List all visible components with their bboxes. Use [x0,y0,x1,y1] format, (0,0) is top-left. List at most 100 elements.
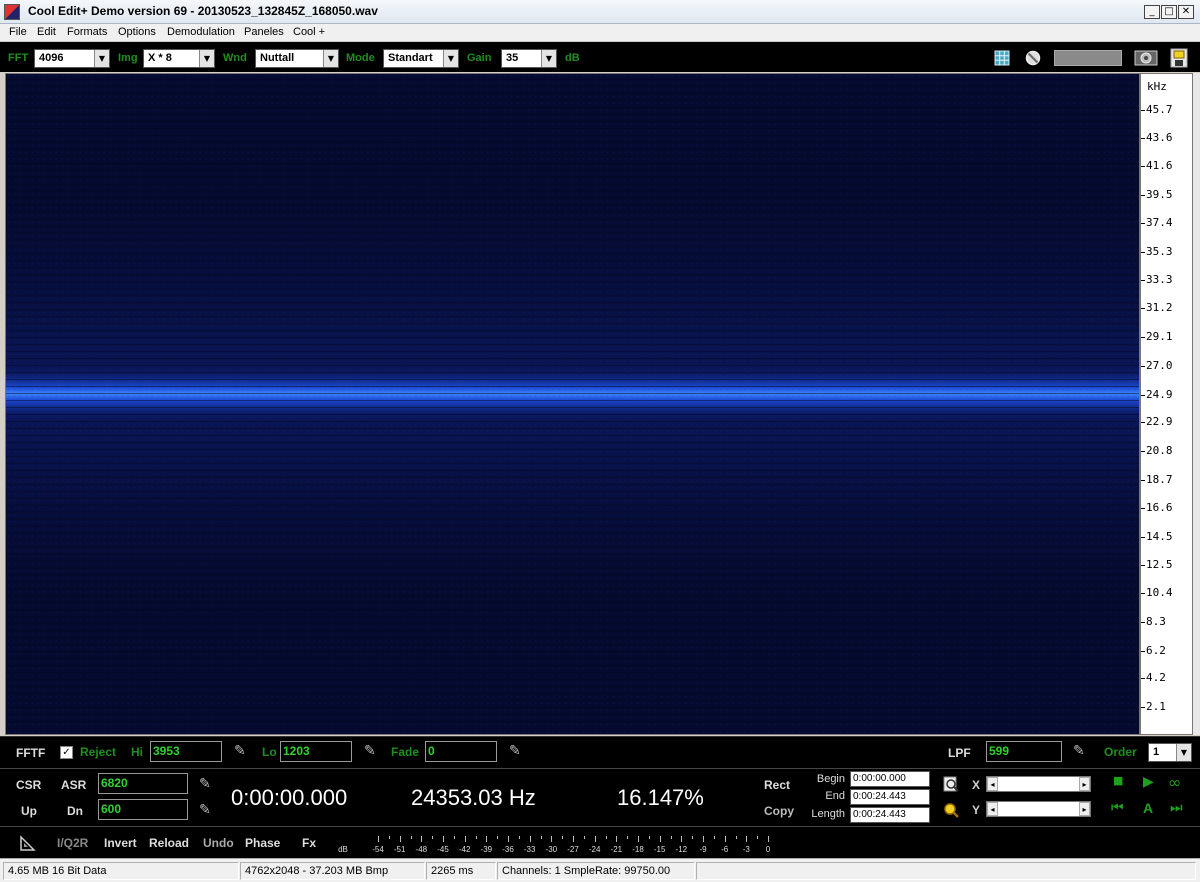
order-value: 1 [1153,746,1160,758]
meter-tick-label: -24 [588,845,601,854]
rect-button[interactable]: Rect [764,778,790,792]
plug-icon[interactable]: ✎ [199,802,211,818]
menu-edit[interactable]: Edit [37,26,56,38]
meter-tick-label: -15 [653,845,666,854]
menu-demodulation[interactable]: Demodulation [167,26,235,38]
menu-options[interactable]: Options [118,26,156,38]
asr-field[interactable]: 6820 [98,773,188,794]
fade-field[interactable]: 0 [425,741,497,762]
ruler-triangle-icon[interactable] [19,834,37,852]
filter-bar: FFTF ✓ Reject Hi 3953 ✎ Lo 1203 ✎ Fade 0… [0,736,1200,768]
lo-label: Lo [262,745,277,759]
meter-minor-tick [540,836,542,839]
meter-tick [703,836,704,842]
img-select[interactable]: X * 8 ▼ [143,49,215,68]
loop-button[interactable]: ∞ [1168,773,1181,792]
axis-tick-text: 33.3 [1146,272,1173,286]
speaker-icon[interactable] [1134,50,1158,66]
play-button[interactable]: ▶ [1143,774,1154,790]
meter-minor-tick [605,836,607,839]
meter-tick-label: -6 [721,845,729,854]
end-field[interactable]: 0:00:24.443 [850,789,930,805]
slider-right-arrow[interactable]: ▸ [1079,777,1090,791]
status-empty [696,862,1196,880]
no-sign-icon[interactable] [1025,50,1041,66]
status-channels: Channels: 1 SmpleRate: 99750.00 [497,862,695,880]
up-label[interactable]: Up [21,804,37,818]
level-meter: dB -54 -51 -48 -45 -42 -39 -36 -33 -30 -27 -24 -21-… [336,833,774,855]
slider-left-arrow[interactable]: ◂ [987,777,998,791]
gain-select[interactable]: 35 ▼ [501,49,557,68]
order-select[interactable]: 1 ▼ [1148,743,1192,762]
wnd-value: Nuttall [260,52,295,64]
axis-tick-text: 20.8 [1146,443,1173,457]
lo-field[interactable]: 1203 [280,741,352,762]
meter-minor-tick [562,836,564,839]
menu-cool-plus[interactable]: Cool + [293,26,325,38]
asr-label[interactable]: ASR [61,778,86,792]
meter-tick-label: -3 [742,845,750,854]
lpf-field[interactable]: 599 [986,741,1062,762]
slider-left-arrow[interactable]: ◂ [987,802,998,816]
plug-icon[interactable]: ✎ [234,743,246,759]
begin-field[interactable]: 0:00:00.000 [850,771,930,787]
undo-button[interactable]: Undo [203,836,234,850]
axis-tick-text: 6.2 [1146,644,1166,658]
invert-button[interactable]: Invert [104,836,137,850]
chevron-down-icon: ▼ [323,50,338,67]
dn-label[interactable]: Dn [67,804,83,818]
hi-label: Hi [131,745,143,759]
meter-minor-tick [713,836,715,839]
slider-right-arrow[interactable]: ▸ [1079,802,1090,816]
skip-forward-button[interactable]: ⏭ [1170,800,1183,816]
zoom-page-icon[interactable] [942,775,960,793]
phase-button[interactable]: Phase [245,836,280,850]
chevron-down-icon: ▼ [199,50,214,67]
plug-icon[interactable]: ✎ [199,776,211,792]
meter-tick-label: 0 [765,845,771,854]
fft-select[interactable]: 4096 ▼ [34,49,110,68]
copy-button[interactable]: Copy [764,804,794,818]
x-zoom-slider[interactable]: ◂ ▸ [986,776,1091,792]
maximize-button[interactable]: □ [1161,5,1177,19]
meter-tick [508,836,509,842]
meter-tick [421,836,423,842]
plug-icon[interactable]: ✎ [364,743,376,759]
grid-icon[interactable] [994,50,1010,66]
close-button[interactable]: ✕ [1178,5,1194,19]
fft-label: FFT [8,52,29,64]
meter-tick-label: -9 [699,845,707,854]
menu-paneles[interactable]: Paneles [244,26,284,38]
fftf-label: FFTF [16,746,46,760]
fx-button[interactable]: Fx [302,836,316,850]
reload-button[interactable]: Reload [149,836,189,850]
reject-checkbox[interactable]: ✓ [60,746,73,759]
y-zoom-slider[interactable]: ◂ ▸ [986,801,1091,817]
spectrogram-view[interactable] [5,73,1140,735]
meter-tick [551,836,553,842]
menu-file[interactable]: File [9,26,27,38]
minimize-button[interactable]: _ [1144,5,1160,19]
hi-field[interactable]: 3953 [150,741,222,762]
mode-select[interactable]: Standart ▼ [383,49,459,68]
meter-minor-tick [518,836,520,839]
vertical-scrollbar[interactable] [1193,73,1200,735]
plug-icon[interactable]: ✎ [1073,743,1085,759]
skip-back-button[interactable]: ⏮ [1111,800,1124,816]
chevron-down-icon: ▼ [94,50,109,67]
axis-tick-text: 24.9 [1146,387,1173,401]
meter-tick [638,836,639,842]
wnd-select[interactable]: Nuttall ▼ [255,49,339,68]
meter-tick [594,836,596,842]
plug-icon[interactable]: ✎ [509,743,521,759]
dn-field[interactable]: 600 [98,799,188,820]
save-disk-icon[interactable] [1170,48,1188,68]
csr-label[interactable]: CSR [16,778,41,792]
iq2r-button[interactable]: I/Q2R [57,836,88,850]
stop-button[interactable]: ■ [1113,774,1123,787]
length-field[interactable]: 0:00:24.443 [850,807,930,823]
menu-formats[interactable]: Formats [67,26,107,38]
a-marker-button[interactable]: A [1143,800,1153,816]
chevron-down-icon: ▼ [1176,744,1191,761]
zoom-in-icon[interactable] [942,801,960,819]
